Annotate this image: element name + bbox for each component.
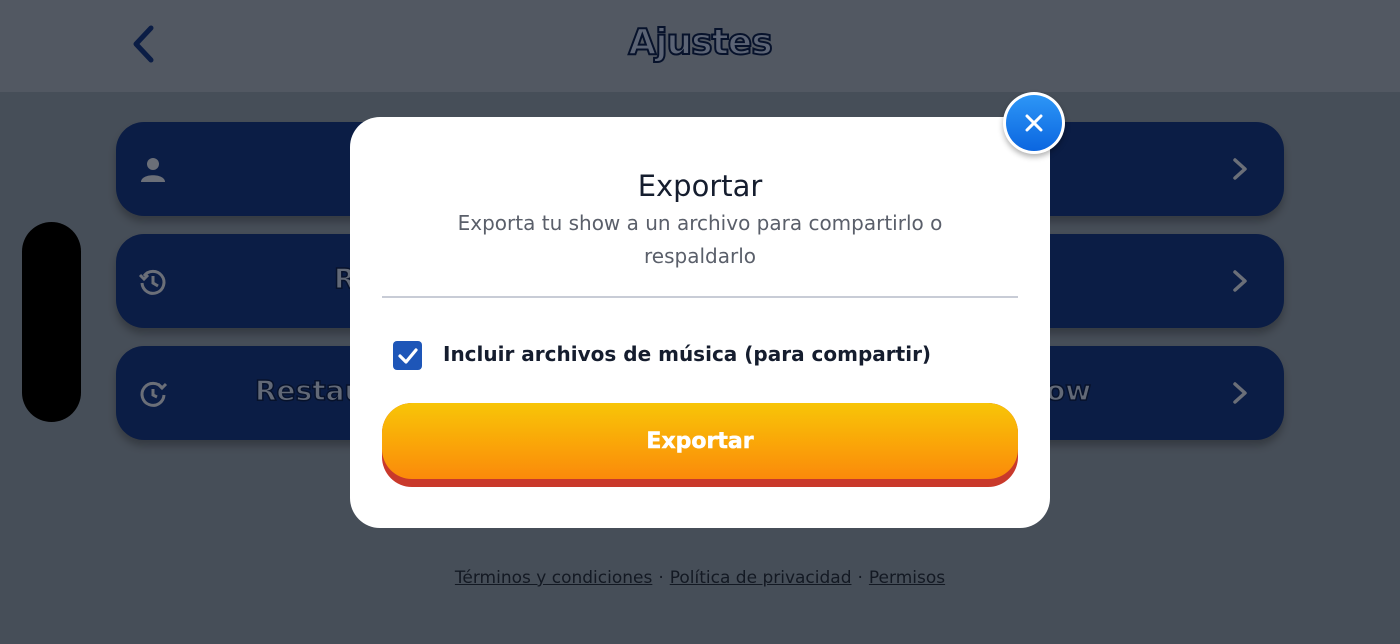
export-button[interactable]: Exportar [382,403,1018,487]
export-button-label: Exportar [646,428,754,454]
close-button[interactable] [1003,92,1065,154]
dialog-subtitle: Exporta tu show a un archivo para compar… [457,211,943,268]
close-button-inner [1006,95,1062,151]
checkmark-icon [397,347,418,364]
export-button-face: Exportar [382,403,1018,479]
divider [382,296,1018,298]
include-music-label[interactable]: Incluir archivos de música (para compart… [443,342,931,366]
include-music-checkbox[interactable] [393,341,422,370]
export-dialog: Exportar Exporta tu show a un archivo pa… [350,117,1050,528]
dialog-title: Exportar [637,169,763,203]
close-icon [1025,114,1043,132]
